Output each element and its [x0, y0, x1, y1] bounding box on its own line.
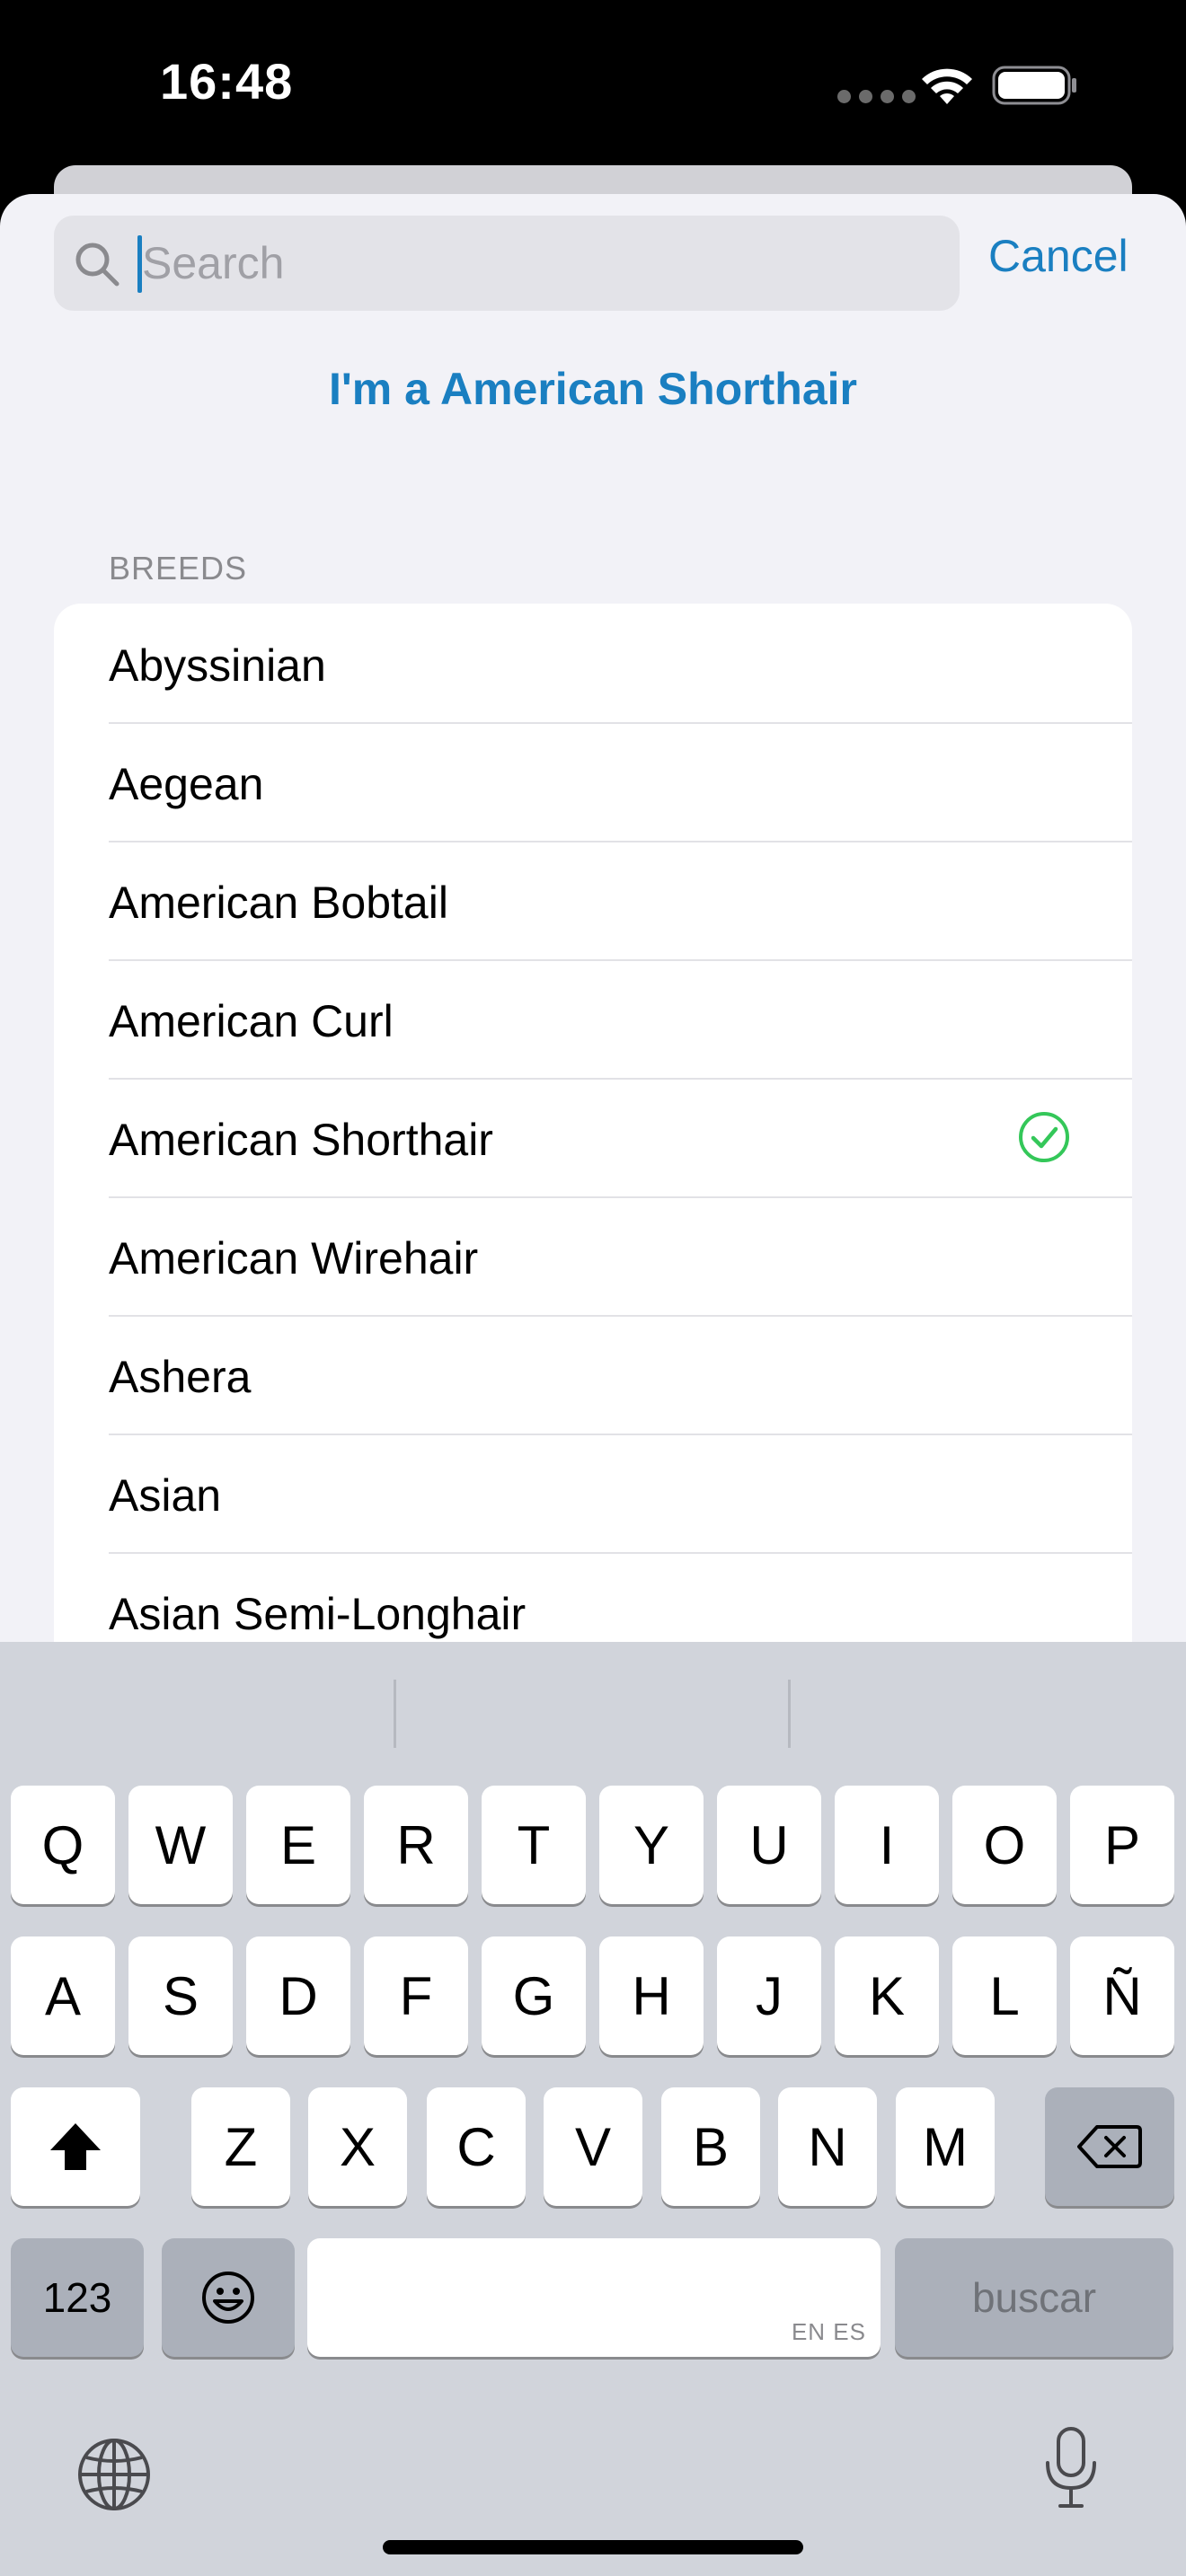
breed-list: Abyssinian Aegean American Bobtail Ameri…: [54, 604, 1132, 1671]
key-f[interactable]: F: [364, 1936, 468, 2055]
search-icon: [75, 243, 119, 287]
breed-label: Ashera: [109, 1352, 252, 1402]
search-return-key[interactable]: buscar: [895, 2238, 1173, 2357]
text-cursor: [137, 235, 142, 293]
space-language-label: EN ES: [791, 2318, 866, 2345]
key-u[interactable]: U: [717, 1786, 821, 1904]
shift-icon: [50, 2123, 101, 2170]
key-r[interactable]: R: [364, 1786, 468, 1904]
breed-label: Aegean: [109, 759, 264, 809]
microphone-icon[interactable]: [1042, 2425, 1100, 2511]
key-x[interactable]: X: [308, 2087, 407, 2206]
breed-label: Asian Semi-Longhair: [109, 1589, 527, 1639]
cellular-signal-icon: [837, 90, 924, 108]
search-input[interactable]: [135, 216, 943, 311]
breed-label: American Wirehair: [109, 1233, 479, 1284]
breed-row-american-curl[interactable]: American Curl: [54, 959, 1132, 1078]
home-indicator: [383, 2540, 803, 2554]
key-e[interactable]: E: [246, 1786, 350, 1904]
status-bar: 16:48: [0, 0, 1186, 171]
key-k[interactable]: K: [835, 1936, 939, 2055]
keyboard: Q W E R T Y U I O P A S D F G H J K L Ñ …: [0, 1642, 1186, 2576]
key-c[interactable]: C: [427, 2087, 526, 2206]
breed-label: American Curl: [109, 996, 394, 1046]
breed-label: American Shorthair: [109, 1115, 493, 1165]
emoji-key[interactable]: [162, 2238, 295, 2357]
delete-key[interactable]: [1045, 2087, 1174, 2206]
breed-label: American Bobtail: [109, 878, 448, 928]
key-a[interactable]: A: [11, 1936, 115, 2055]
key-q[interactable]: Q: [11, 1786, 115, 1904]
checkmark-circle-icon: [1019, 1112, 1069, 1162]
key-p[interactable]: P: [1070, 1786, 1174, 1904]
cancel-button[interactable]: Cancel: [988, 230, 1128, 282]
key-y[interactable]: Y: [599, 1786, 704, 1904]
key-t[interactable]: T: [482, 1786, 586, 1904]
breed-row-american-wirehair[interactable]: American Wirehair: [54, 1196, 1132, 1315]
key-l[interactable]: L: [952, 1936, 1057, 2055]
key-g[interactable]: G: [482, 1936, 586, 2055]
key-j[interactable]: J: [717, 1936, 821, 2055]
status-time: 16:48: [160, 53, 294, 110]
breed-row-abyssinian[interactable]: Abyssinian: [54, 604, 1132, 722]
wifi-icon: [922, 68, 972, 104]
numbers-key[interactable]: 123: [11, 2238, 144, 2357]
key-w[interactable]: W: [128, 1786, 233, 1904]
breed-label: Abyssinian: [109, 640, 326, 691]
emoji-icon: [202, 2272, 254, 2324]
breed-row-american-bobtail[interactable]: American Bobtail: [54, 841, 1132, 959]
key-v[interactable]: V: [544, 2087, 642, 2206]
breed-row-american-shorthair[interactable]: American Shorthair: [54, 1078, 1132, 1196]
key-m[interactable]: M: [896, 2087, 995, 2206]
key-h[interactable]: H: [599, 1936, 704, 2055]
selected-breed-title: I'm a American Shorthair: [329, 364, 857, 414]
delete-icon: [1077, 2125, 1142, 2168]
key-i[interactable]: I: [835, 1786, 939, 1904]
breed-label: Asian: [109, 1470, 222, 1521]
globe-icon[interactable]: [75, 2436, 153, 2513]
search-bar[interactable]: [54, 216, 960, 311]
battery-icon: [992, 66, 1076, 105]
key-n-tilde[interactable]: Ñ: [1070, 1936, 1174, 2055]
key-o[interactable]: O: [952, 1786, 1057, 1904]
key-b[interactable]: B: [661, 2087, 760, 2206]
breed-row-aegean[interactable]: Aegean: [54, 722, 1132, 841]
section-header-breeds: BREEDS: [109, 550, 248, 587]
key-s[interactable]: S: [128, 1936, 233, 2055]
suggestion-divider: [394, 1680, 396, 1748]
breed-row-asian[interactable]: Asian: [54, 1434, 1132, 1552]
shift-key[interactable]: [11, 2087, 140, 2206]
breed-row-ashera[interactable]: Ashera: [54, 1315, 1132, 1434]
space-key[interactable]: EN ES: [307, 2238, 881, 2357]
suggestion-divider: [788, 1680, 791, 1748]
key-d[interactable]: D: [246, 1936, 350, 2055]
key-n[interactable]: N: [778, 2087, 877, 2206]
key-z[interactable]: Z: [191, 2087, 290, 2206]
